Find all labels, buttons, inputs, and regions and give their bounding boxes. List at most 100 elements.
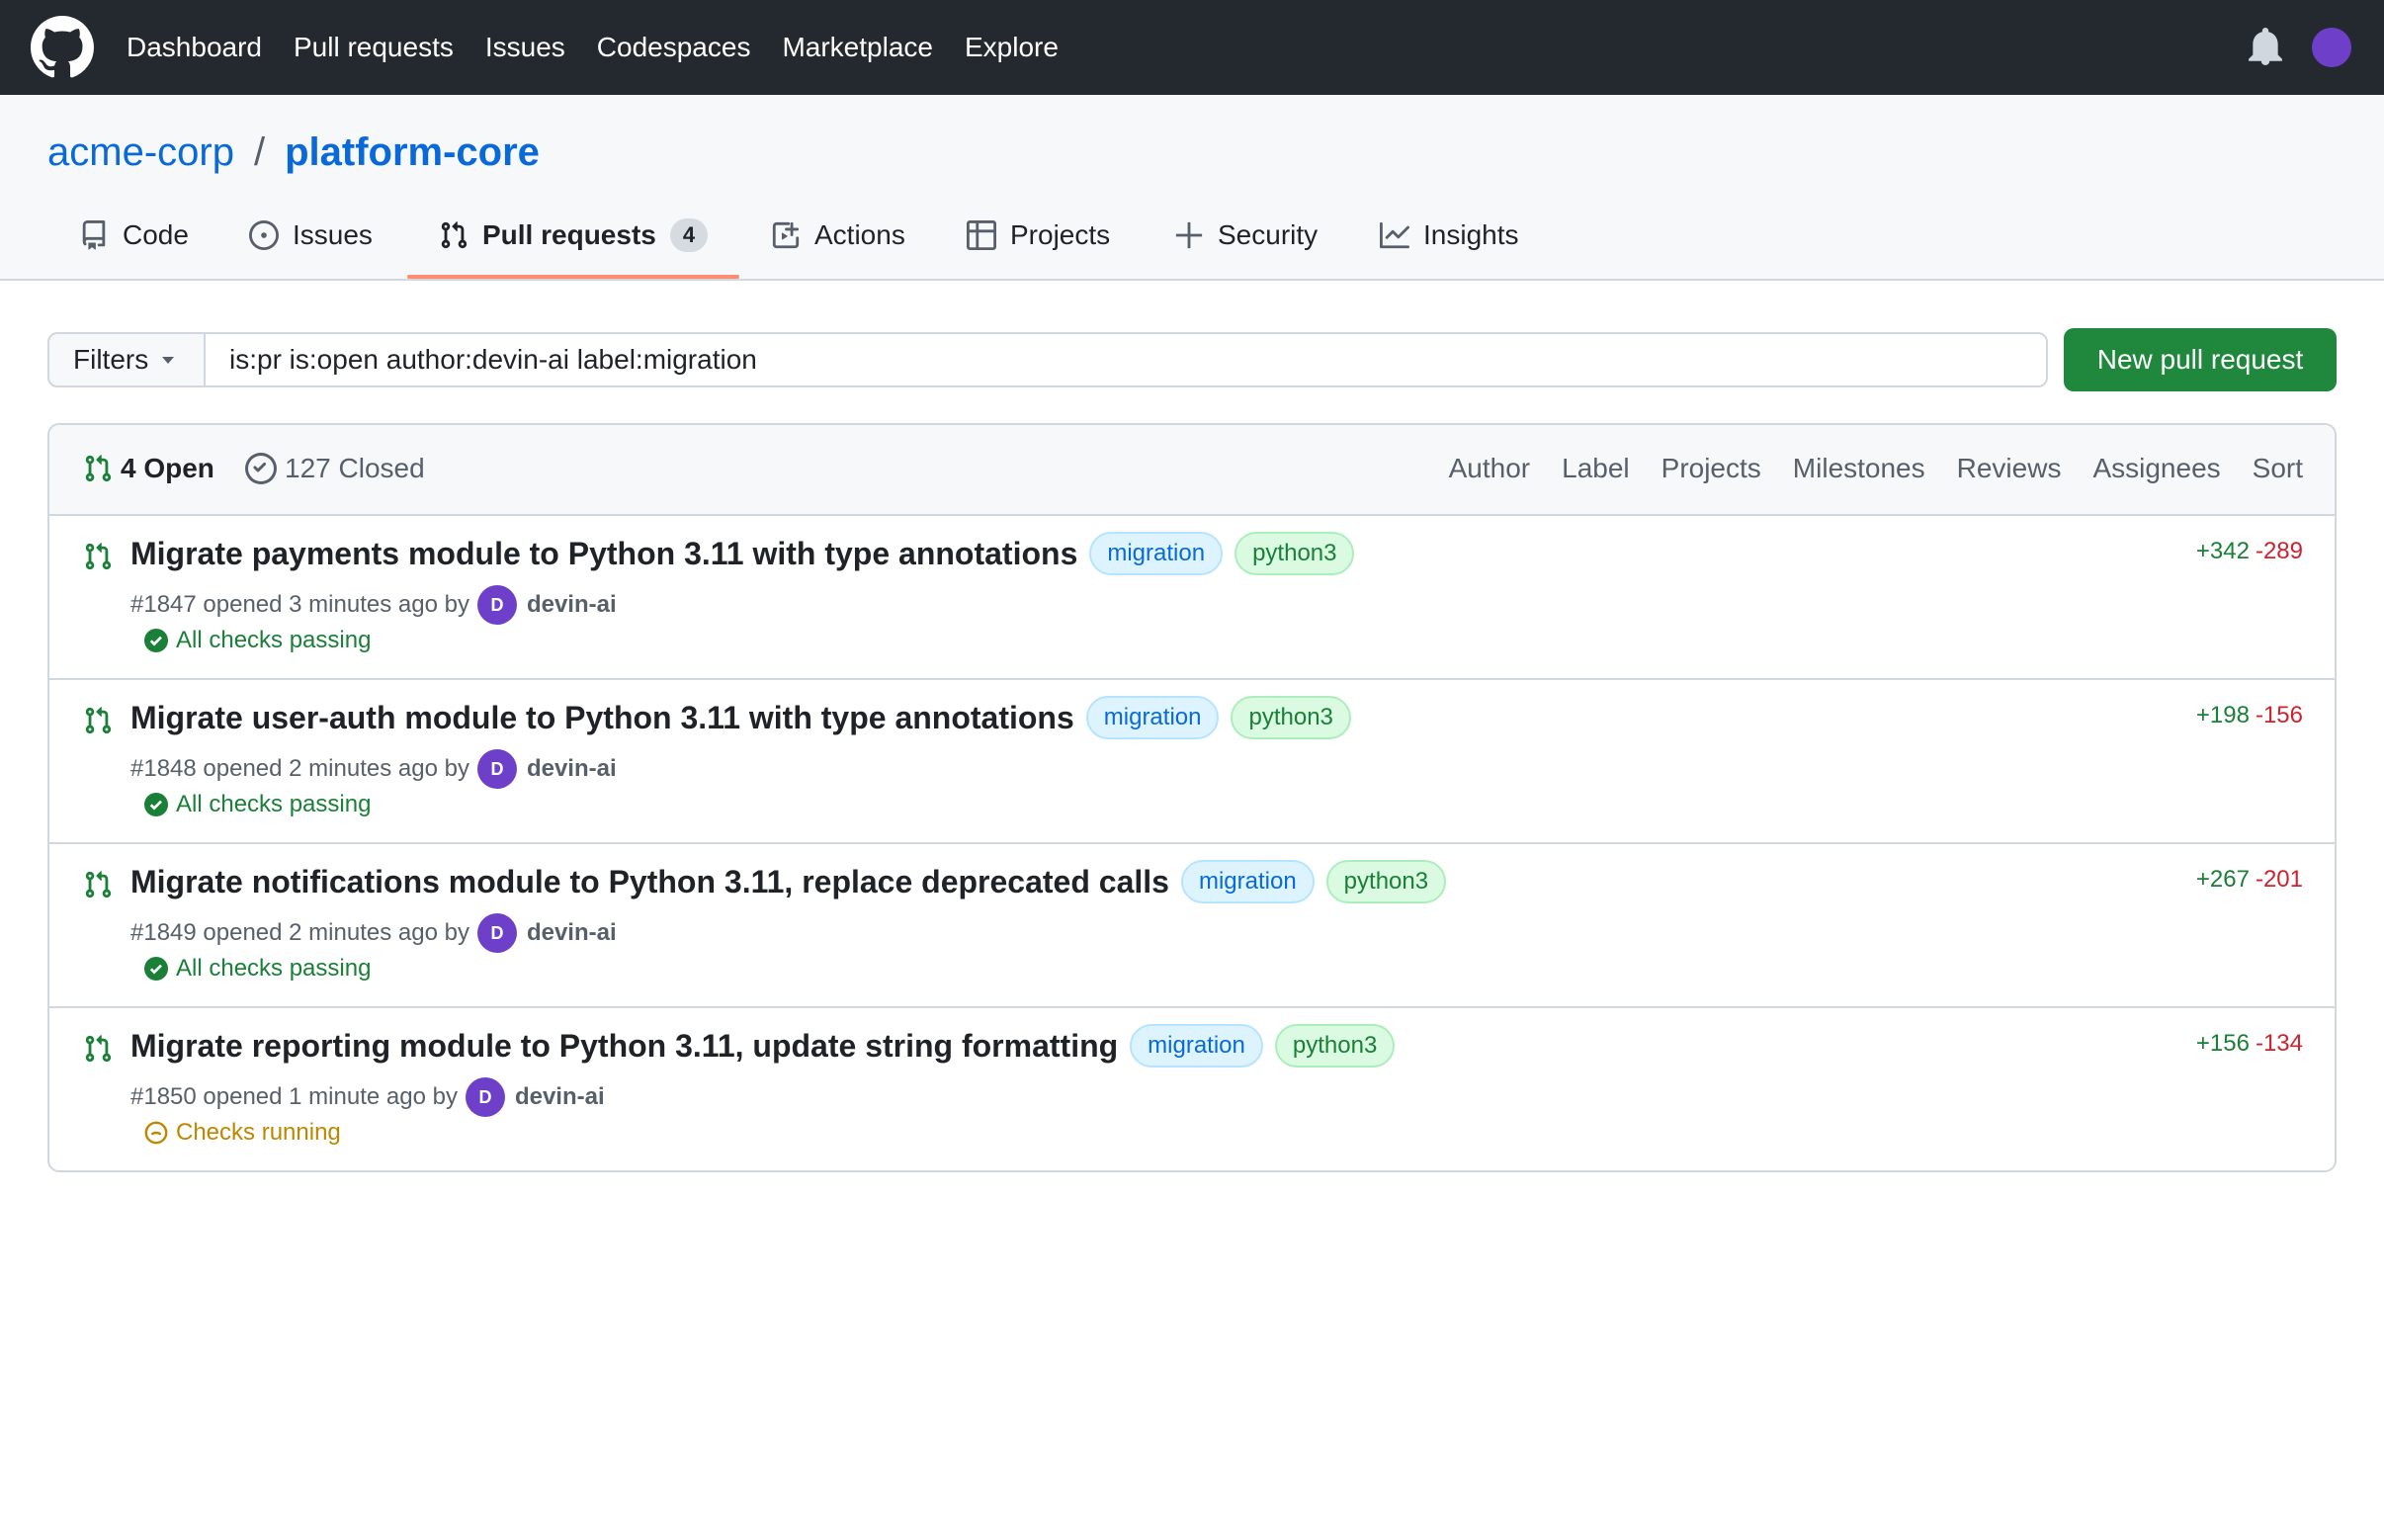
pr-row: Migrate reporting module to Python 3.11,… bbox=[49, 1008, 2335, 1170]
diff-stat: +267 -201 bbox=[2196, 866, 2303, 894]
deletions-count: -289 bbox=[2255, 538, 2303, 564]
filter-projects[interactable]: Projects bbox=[1661, 453, 1761, 484]
graph-icon bbox=[1380, 221, 1409, 249]
filters-label: Filters bbox=[73, 344, 149, 375]
issue-opened-icon bbox=[249, 220, 279, 250]
nav-dashboard[interactable]: Dashboard bbox=[127, 32, 262, 63]
author-avatar[interactable]: D bbox=[476, 749, 517, 789]
nav-marketplace[interactable]: Marketplace bbox=[782, 32, 933, 63]
closed-filter-link[interactable]: 127 Closed bbox=[245, 453, 425, 484]
author-avatar[interactable]: D bbox=[465, 1077, 505, 1117]
deletions-count: -201 bbox=[2255, 866, 2303, 893]
pr-meta: #1850 opened 1 minute ago by D devin-ai bbox=[130, 1077, 605, 1117]
play-icon bbox=[772, 221, 800, 249]
search-input[interactable] bbox=[204, 332, 2048, 387]
filters-dropdown-button[interactable]: Filters bbox=[47, 332, 206, 387]
tab-security[interactable]: Security bbox=[1174, 190, 1318, 281]
tab-actions[interactable]: Actions bbox=[771, 190, 905, 281]
tab-code[interactable]: Code bbox=[79, 190, 189, 281]
additions-count: +342 bbox=[2195, 538, 2250, 564]
pr-title-line: Migrate payments module to Python 3.11 w… bbox=[130, 532, 1355, 575]
additions-count: +198 bbox=[2195, 702, 2250, 728]
pr-title-line: Migrate notifications module to Python 3… bbox=[130, 860, 1447, 903]
deletions-count: -134 bbox=[2255, 1030, 2303, 1057]
code-book-icon bbox=[82, 220, 106, 250]
label-migration[interactable]: migration bbox=[1130, 1024, 1263, 1068]
open-count-label: 4 Open bbox=[121, 453, 214, 483]
label-python3[interactable]: python3 bbox=[1235, 532, 1355, 575]
pr-meta: #1848 opened 2 minutes ago by D devin-ai bbox=[130, 749, 617, 789]
nav-codespaces[interactable]: Codespaces bbox=[597, 32, 751, 63]
label-migration[interactable]: migration bbox=[1085, 696, 1220, 739]
filter-assignees[interactable]: Assignees bbox=[2092, 453, 2220, 484]
pr-title-line: Migrate user-auth module to Python 3.11 … bbox=[130, 696, 1351, 739]
bell-icon[interactable] bbox=[2249, 28, 2282, 65]
filter-author[interactable]: Author bbox=[1449, 453, 1531, 484]
pr-meta-text: #1848 opened 2 minutes ago by bbox=[130, 755, 469, 782]
checks-status[interactable]: All checks passing bbox=[144, 627, 371, 654]
new-pull-request-button[interactable]: New pull request bbox=[2064, 328, 2337, 391]
checks-status-text: All checks passing bbox=[176, 791, 372, 817]
global-nav: Dashboard Pull requests Issues Codespace… bbox=[127, 0, 1090, 95]
pr-title-link[interactable]: Migrate payments module to Python 3.11 w… bbox=[130, 536, 1077, 572]
git-pull-request-icon bbox=[85, 543, 112, 570]
tab-projects[interactable]: Projects bbox=[967, 190, 1110, 281]
label-python3[interactable]: python3 bbox=[1325, 860, 1447, 903]
check-circle-fill-icon bbox=[144, 793, 168, 816]
nav-pull-requests[interactable]: Pull requests bbox=[294, 32, 454, 63]
author-link[interactable]: devin-ai bbox=[527, 755, 617, 783]
author-link[interactable]: devin-ai bbox=[527, 919, 617, 947]
pr-title-link[interactable]: Migrate reporting module to Python 3.11,… bbox=[130, 1028, 1118, 1065]
check-circle-fill-icon bbox=[144, 957, 168, 981]
filter-label[interactable]: Label bbox=[1562, 453, 1630, 484]
git-pull-request-icon bbox=[85, 1035, 112, 1063]
pr-meta: #1849 opened 2 minutes ago by D devin-ai bbox=[130, 913, 617, 953]
tab-issues[interactable]: Issues bbox=[249, 190, 373, 281]
nav-explore[interactable]: Explore bbox=[965, 32, 1059, 63]
author-link[interactable]: devin-ai bbox=[515, 1083, 605, 1111]
diff-stat: +342 -289 bbox=[2196, 538, 2303, 565]
git-pull-request-icon bbox=[85, 455, 112, 482]
list-header-filters: Author Label Projects Milestones Reviews… bbox=[1417, 453, 2303, 484]
tab-pull-requests[interactable]: Pull requests 4 bbox=[439, 190, 709, 281]
tab-security-label: Security bbox=[1218, 219, 1319, 250]
github-mark-icon[interactable] bbox=[31, 16, 94, 79]
pr-meta-text: #1849 opened 2 minutes ago by bbox=[130, 919, 469, 946]
open-filter-link[interactable]: 4 Open bbox=[83, 453, 214, 484]
label-migration[interactable]: migration bbox=[1180, 860, 1315, 903]
pr-row: Migrate user-auth module to Python 3.11 … bbox=[49, 680, 2335, 844]
active-tab-indicator bbox=[407, 275, 739, 279]
repo-owner-link[interactable]: acme-corp bbox=[47, 130, 234, 174]
list-header: 4 Open 127 Closed Author Label Projects … bbox=[49, 425, 2335, 516]
pr-title-link[interactable]: Migrate notifications module to Python 3… bbox=[130, 864, 1169, 900]
checks-status[interactable]: All checks passing bbox=[144, 791, 371, 818]
pr-row: Migrate payments module to Python 3.11 w… bbox=[49, 516, 2335, 680]
label-migration[interactable]: migration bbox=[1089, 532, 1224, 575]
repo-name-link[interactable]: platform-core bbox=[285, 130, 540, 174]
label-python3[interactable]: python3 bbox=[1231, 696, 1351, 739]
pull-request-list: 4 Open 127 Closed Author Label Projects … bbox=[47, 423, 2337, 1172]
shield-icon bbox=[1175, 221, 1203, 249]
table-icon bbox=[967, 220, 996, 250]
additions-count: +156 bbox=[2195, 1030, 2250, 1057]
filter-milestones[interactable]: Milestones bbox=[1793, 453, 1925, 484]
tab-issues-label: Issues bbox=[293, 219, 373, 250]
pr-title-link[interactable]: Migrate user-auth module to Python 3.11 … bbox=[130, 700, 1074, 736]
tab-projects-label: Projects bbox=[1010, 219, 1111, 250]
author-avatar[interactable]: D bbox=[476, 913, 517, 953]
closed-count-label: 127 Closed bbox=[285, 453, 425, 483]
nav-issues[interactable]: Issues bbox=[485, 32, 565, 63]
tab-insights[interactable]: Insights bbox=[1380, 190, 1519, 281]
check-circle-fill-icon bbox=[144, 629, 168, 652]
filter-reviews[interactable]: Reviews bbox=[1957, 453, 2062, 484]
tab-actions-label: Actions bbox=[814, 219, 905, 250]
author-avatar[interactable]: D bbox=[476, 585, 517, 625]
filter-sort[interactable]: Sort bbox=[2253, 453, 2303, 484]
user-avatar[interactable] bbox=[2312, 28, 2351, 67]
checks-status[interactable]: All checks passing bbox=[144, 955, 371, 983]
diff-stat: +198 -156 bbox=[2196, 702, 2303, 729]
breadcrumb-separator: / bbox=[253, 130, 266, 174]
checks-status[interactable]: Checks running bbox=[144, 1119, 341, 1147]
label-python3[interactable]: python3 bbox=[1274, 1024, 1396, 1068]
author-link[interactable]: devin-ai bbox=[527, 591, 617, 619]
